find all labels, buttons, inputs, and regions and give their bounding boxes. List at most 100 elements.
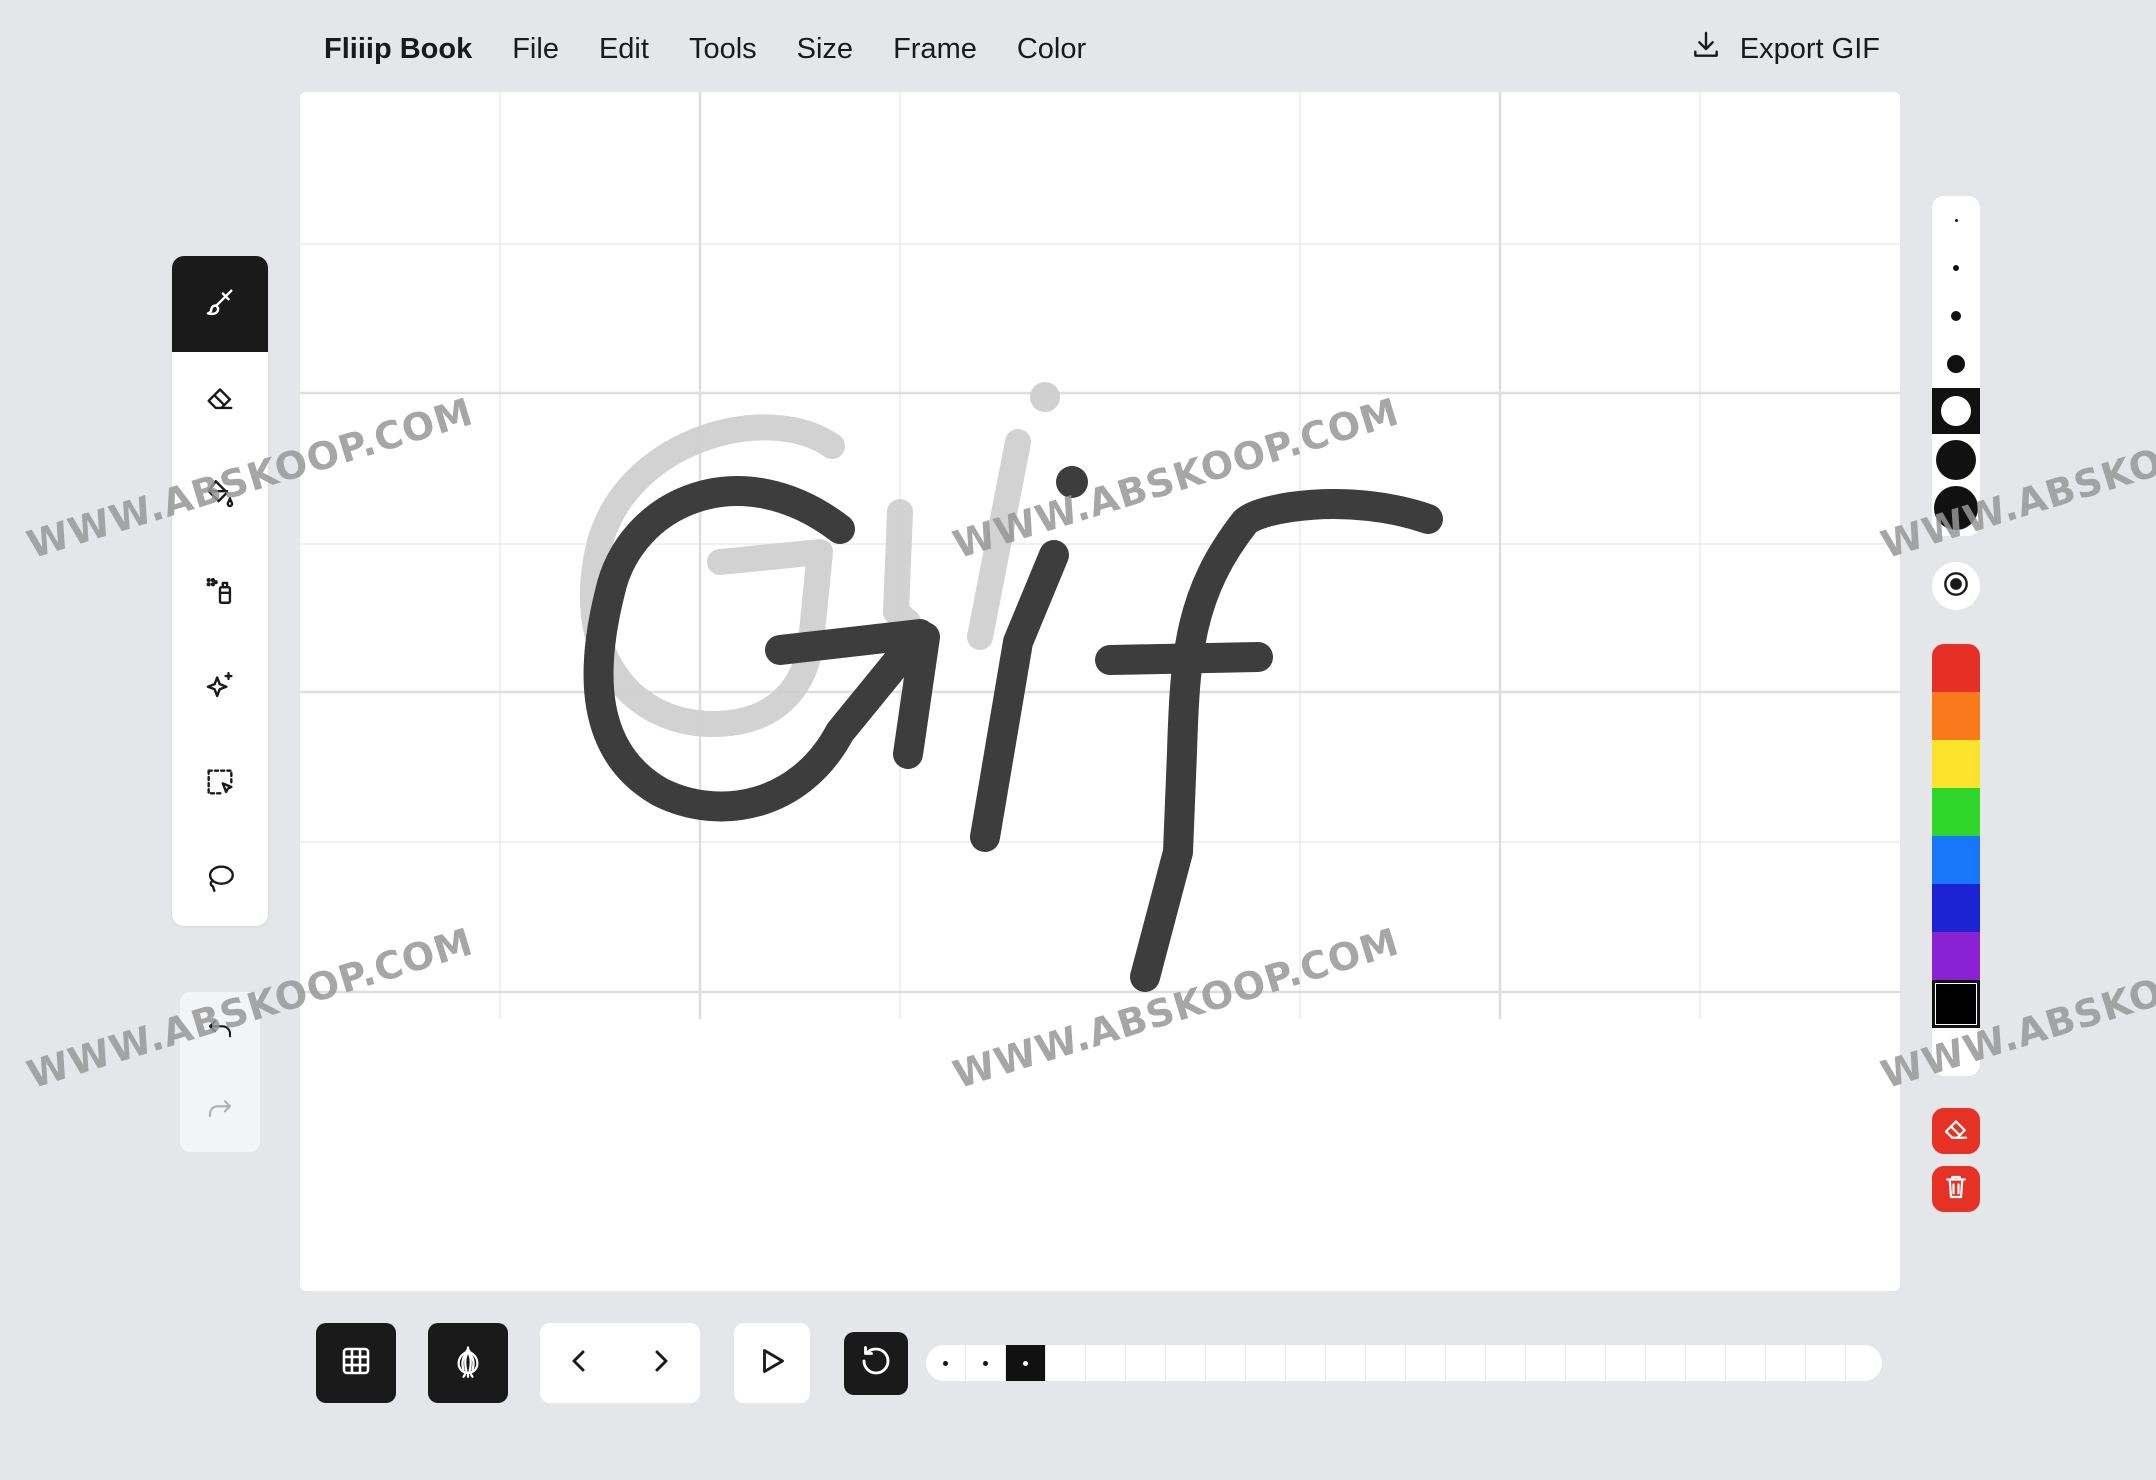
brush-size-6[interactable]	[1932, 438, 1980, 482]
frame-thumbnail[interactable]	[1406, 1345, 1446, 1381]
frame-thumbnail[interactable]	[1166, 1345, 1206, 1381]
menu-tools[interactable]: Tools	[689, 33, 757, 66]
frame-timeline	[926, 1345, 1882, 1381]
undo-button[interactable]	[180, 992, 260, 1072]
frame-thumbnail[interactable]	[1246, 1345, 1286, 1381]
brush-size-4[interactable]	[1932, 342, 1980, 386]
frame-thumbnail[interactable]	[1126, 1345, 1166, 1381]
menu-file[interactable]: File	[512, 33, 559, 66]
undo-icon	[205, 1015, 235, 1050]
brush-size-2[interactable]	[1932, 246, 1980, 290]
color-swatch-indigo[interactable]	[1932, 884, 1980, 932]
tool-sparkle[interactable]	[172, 640, 268, 736]
tool-palette	[172, 256, 268, 926]
selection-icon	[203, 765, 237, 804]
frame-content-dot	[943, 1360, 948, 1366]
frame-thumbnail[interactable]	[1766, 1345, 1806, 1381]
frame-navigation	[540, 1323, 700, 1403]
tool-eraser[interactable]	[172, 352, 268, 448]
brush-size-picker	[1932, 196, 1980, 536]
color-swatch-orange[interactable]	[1932, 692, 1980, 740]
grid-toggle-button[interactable]	[316, 1323, 396, 1403]
frame-thumbnail[interactable]	[1526, 1345, 1566, 1381]
onion-skin-icon	[450, 1343, 486, 1384]
menu-bar: Fliiip Book File Edit Tools Size Frame C…	[324, 28, 1126, 70]
frame-thumbnail[interactable]	[926, 1345, 966, 1381]
color-swatch-green[interactable]	[1932, 788, 1980, 836]
menu-edit[interactable]: Edit	[599, 33, 649, 66]
menu-frame[interactable]: Frame	[893, 33, 977, 66]
menu-color[interactable]: Color	[1017, 33, 1086, 66]
tool-brush[interactable]	[172, 256, 268, 352]
frame-thumbnail[interactable]	[1566, 1345, 1606, 1381]
frame-content-dot	[983, 1360, 988, 1366]
brush-size-1[interactable]	[1932, 198, 1980, 242]
onion-skin-drawing	[579, 414, 1031, 738]
frame-thumbnail[interactable]	[1326, 1345, 1366, 1381]
loop-icon	[858, 1343, 894, 1384]
color-swatch-purple[interactable]	[1932, 932, 1980, 980]
color-swatch-red[interactable]	[1932, 644, 1980, 692]
brush-size-3[interactable]	[1932, 294, 1980, 338]
color-swatch-yellow[interactable]	[1932, 740, 1980, 788]
frame-content-dot	[1023, 1360, 1028, 1366]
drawing-canvas[interactable]	[300, 92, 1900, 1291]
play-icon	[754, 1343, 790, 1384]
frame-thumbnail[interactable]	[1286, 1345, 1326, 1381]
frame-thumbnail[interactable]	[1606, 1345, 1646, 1381]
tool-fill[interactable]	[172, 448, 268, 544]
previous-frame-button[interactable]	[562, 1343, 598, 1384]
paint-bucket-icon	[203, 477, 237, 516]
next-frame-button[interactable]	[642, 1343, 678, 1384]
redo-button[interactable]	[180, 1072, 260, 1152]
color-swatch-blue[interactable]	[1932, 836, 1980, 884]
chevron-right-icon	[642, 1350, 678, 1383]
frame-thumbnail[interactable]	[1086, 1345, 1126, 1381]
watermark: WWW.ABSKOOP.COM	[1876, 389, 2156, 568]
tool-spray[interactable]	[172, 544, 268, 640]
frame-thumbnail[interactable]	[1006, 1345, 1046, 1381]
lasso-icon	[203, 861, 237, 900]
color-swatch-black[interactable]	[1932, 980, 1980, 1028]
color-palette	[1932, 644, 1980, 1076]
frame-thumbnail[interactable]	[1646, 1345, 1686, 1381]
tool-select[interactable]	[172, 736, 268, 832]
frame-thumbnail[interactable]	[1446, 1345, 1486, 1381]
brush-size-5[interactable]	[1932, 388, 1980, 434]
brush-size-7[interactable]	[1932, 486, 1980, 530]
frame-thumbnail[interactable]	[1686, 1345, 1726, 1381]
history-controls	[180, 992, 260, 1152]
download-icon	[1690, 29, 1722, 69]
frame-thumbnail[interactable]	[966, 1345, 1006, 1381]
watermark: WWW.ABSKOOP.COM	[1876, 919, 2156, 1098]
frame-thumbnail[interactable]	[1046, 1345, 1086, 1381]
trash-icon	[1941, 1172, 1971, 1207]
chevron-left-icon	[562, 1350, 598, 1383]
frame-thumbnail[interactable]	[1846, 1345, 1882, 1381]
frame-thumbnail[interactable]	[1486, 1345, 1526, 1381]
grid-icon	[338, 1343, 374, 1384]
brush-icon	[203, 285, 237, 324]
export-gif-button[interactable]: Export GIF	[1690, 28, 1880, 70]
export-gif-label: Export GIF	[1739, 32, 1880, 65]
onion-skin-button[interactable]	[428, 1323, 508, 1403]
frame-thumbnail[interactable]	[1806, 1345, 1846, 1381]
canvas-grid	[300, 92, 1900, 1019]
menu-size[interactable]: Size	[797, 33, 853, 66]
tool-lasso[interactable]	[172, 832, 268, 926]
loop-toggle-button[interactable]	[844, 1332, 908, 1395]
sparkle-icon	[203, 669, 237, 708]
frame-thumbnail[interactable]	[1366, 1345, 1406, 1381]
delete-frame-button[interactable]	[1932, 1166, 1980, 1212]
eraser-icon	[1941, 1114, 1971, 1149]
app-title: Fliiip Book	[324, 32, 473, 65]
redo-icon	[205, 1095, 235, 1130]
pressure-toggle-button[interactable]	[1932, 562, 1980, 610]
spray-can-icon	[203, 573, 237, 612]
target-icon	[1940, 568, 1972, 605]
clear-frame-button[interactable]	[1932, 1108, 1980, 1154]
frame-thumbnail[interactable]	[1206, 1345, 1246, 1381]
play-button[interactable]	[734, 1323, 810, 1403]
frame-thumbnail[interactable]	[1726, 1345, 1766, 1381]
eraser-icon	[203, 381, 237, 420]
